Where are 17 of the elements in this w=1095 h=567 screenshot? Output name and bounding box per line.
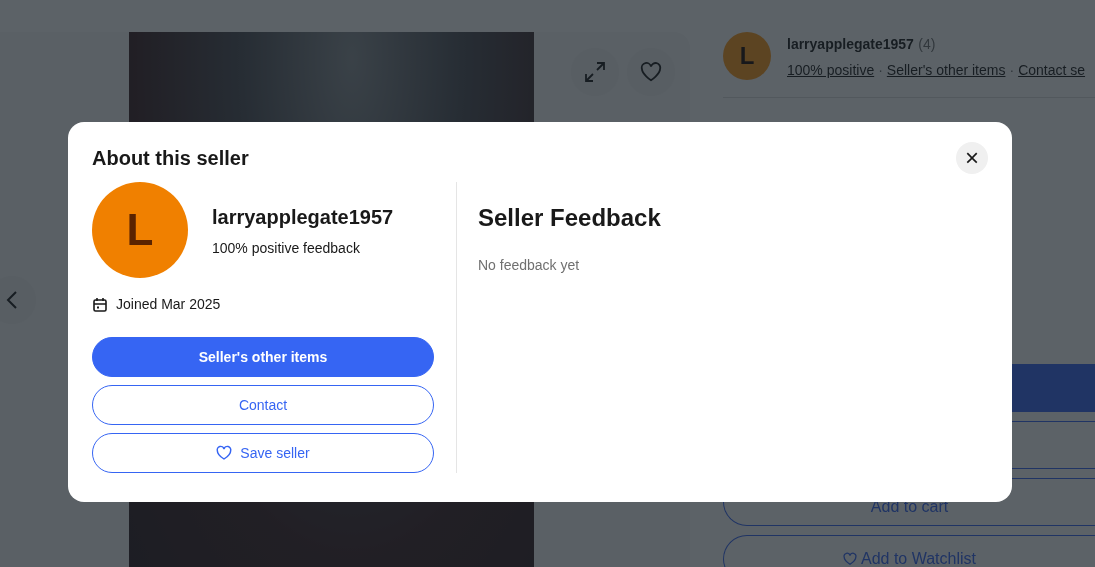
joined-date: Joined Mar 2025 bbox=[116, 295, 221, 314]
section-title: Seller Feedback bbox=[478, 204, 661, 233]
save-seller-button[interactable]: Save seller bbox=[92, 433, 434, 473]
positive-feedback: 100% positive feedback bbox=[212, 238, 361, 258]
separator-dot: · bbox=[1009, 61, 1015, 80]
close-button[interactable]: × bbox=[956, 142, 988, 174]
seller-link[interactable]: 100% positive bbox=[787, 60, 875, 81]
separator-dot: · bbox=[878, 61, 883, 80]
contact-button[interactable]: Contact bbox=[92, 385, 434, 425]
empty-feedback-message: No feedback yet bbox=[478, 255, 581, 275]
heart-icon bbox=[216, 445, 233, 461]
seller-name: larryapplegate1957 bbox=[212, 204, 394, 230]
other-items-button[interactable]: Seller's other items bbox=[92, 337, 434, 377]
dialog-title: About this seller bbox=[92, 146, 249, 170]
seller-avatar: L bbox=[92, 182, 188, 278]
calendar-icon bbox=[92, 296, 108, 313]
seller-name: larryapplegate1957 bbox=[787, 36, 914, 52]
